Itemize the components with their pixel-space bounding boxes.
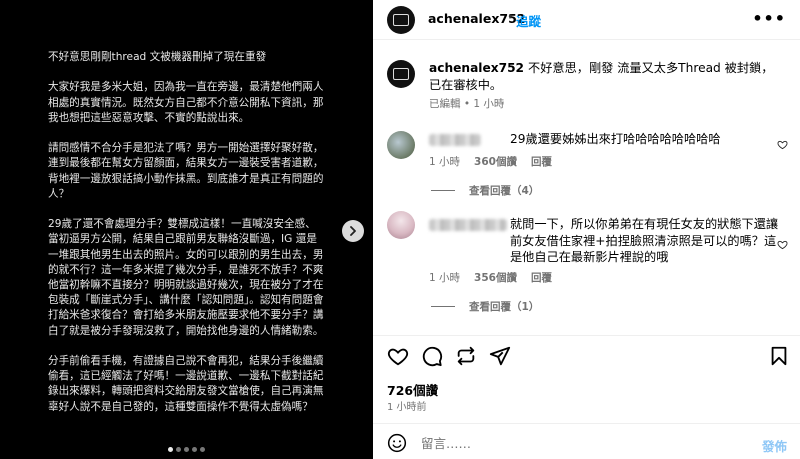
avatar[interactable] [387, 6, 415, 34]
post-text: 不好意思剛剛thread 文被機器刪掉了現在重發 大家好我是多米大姐，因為我一直… [48, 50, 324, 430]
post-panel: achenalex752 • 追蹤 ••• achenalex752 不好意思，剛… [373, 0, 800, 459]
carousel-dot[interactable] [176, 447, 181, 452]
post-header: achenalex752 • 追蹤 ••• [373, 0, 800, 40]
separator: • [507, 10, 515, 24]
comment-icon[interactable] [421, 345, 443, 367]
post-comment-button[interactable]: 發佈 [762, 436, 787, 455]
next-image-button[interactable] [342, 220, 364, 242]
emoji-icon[interactable] [387, 433, 407, 453]
edited-label: 已編輯 [429, 98, 461, 110]
post-time[interactable]: 1 小時前 [387, 398, 427, 413]
view-replies-label: 查看回覆（1） [469, 301, 540, 313]
more-icon[interactable]: ••• [752, 9, 786, 28]
post-paragraph: 不好意思剛剛thread 文被機器刪掉了現在重發 [48, 51, 267, 63]
heart-icon[interactable] [387, 345, 409, 367]
divider [373, 335, 800, 336]
comment-avatar[interactable] [387, 211, 415, 239]
comment-bar: 發佈 [373, 423, 800, 459]
share-icon[interactable] [489, 345, 511, 367]
avatar[interactable] [387, 60, 415, 88]
comment-time: 1 小時 [429, 156, 461, 168]
comment-meta: 1 小時 356個讚 回覆 [429, 270, 552, 285]
comment-text: 29歲還要姊姊出來打哈哈哈哈哈哈哈哈 [510, 132, 721, 146]
caption-text: achenalex752 不好意思，剛發 流量又太多Thread 被封鎖，已在審核… [429, 60, 774, 93]
post-image: 不好意思剛剛thread 文被機器刪掉了現在重發 大家好我是多米大姐，因為我一直… [0, 0, 373, 459]
comment-time: 1 小時 [429, 272, 461, 284]
comment-likes[interactable]: 356個讚 [474, 270, 517, 285]
carousel-dot[interactable] [168, 447, 173, 452]
comment-username-blurred[interactable] [429, 219, 507, 231]
post-paragraph: 大家好我是多米大姐，因為我一直在旁邊，最清楚他們兩人相處的真實情況。既然女方自己… [48, 81, 324, 124]
caption-username[interactable]: achenalex752 [429, 61, 524, 75]
view-replies-label: 查看回覆（4） [469, 185, 540, 197]
follow-button[interactable]: 追蹤 [516, 11, 541, 30]
view-replies-button[interactable]: 查看回覆（1） [431, 299, 539, 314]
reply-button[interactable]: 回覆 [531, 270, 552, 285]
post-paragraph: 請問感情不合分手是犯法了嗎？男方一開始選擇好聚好散，連到最後都在幫女方留顏面，結… [48, 142, 324, 200]
comment-avatar[interactable] [387, 131, 415, 159]
comment-username-blurred[interactable] [429, 134, 481, 146]
separator: • [463, 98, 471, 110]
chevron-right-icon [350, 226, 356, 236]
heart-icon[interactable] [777, 239, 788, 250]
carousel-dot[interactable] [192, 447, 197, 452]
post-paragraph: 29歲了還不會處理分手？雙標成這樣！一直喊沒安全感、當初逼男方公開，結果自己跟前… [48, 218, 324, 337]
likes-count[interactable]: 726個讚 [387, 380, 438, 399]
caption-meta: 已編輯 • 1 小時 [429, 96, 504, 111]
repost-icon[interactable] [455, 345, 477, 367]
reply-button[interactable]: 回覆 [531, 154, 552, 169]
view-replies-button[interactable]: 查看回覆（4） [431, 183, 539, 198]
carousel-dot[interactable] [184, 447, 189, 452]
carousel-dot[interactable] [200, 447, 205, 452]
comment-meta: 1 小時 360個讚 回覆 [429, 154, 552, 169]
carousel-dots [0, 447, 373, 452]
post-paragraph: 分手前偷看手機，有證據自己說不會再犯，結果分手後繼續偷看，這已經觸法了好嗎！一邊… [48, 355, 324, 413]
bookmark-icon[interactable] [768, 345, 790, 367]
heart-icon[interactable] [777, 139, 788, 150]
comment-input[interactable] [421, 433, 721, 453]
comment-text: 就問一下，所以你弟弟在有現任女友的狀態下還讓前女友借住家裡+拍捏臉照清涼照是可以… [510, 217, 779, 264]
caption-time: 1 小時 [473, 98, 505, 110]
comment-likes[interactable]: 360個讚 [474, 154, 517, 169]
